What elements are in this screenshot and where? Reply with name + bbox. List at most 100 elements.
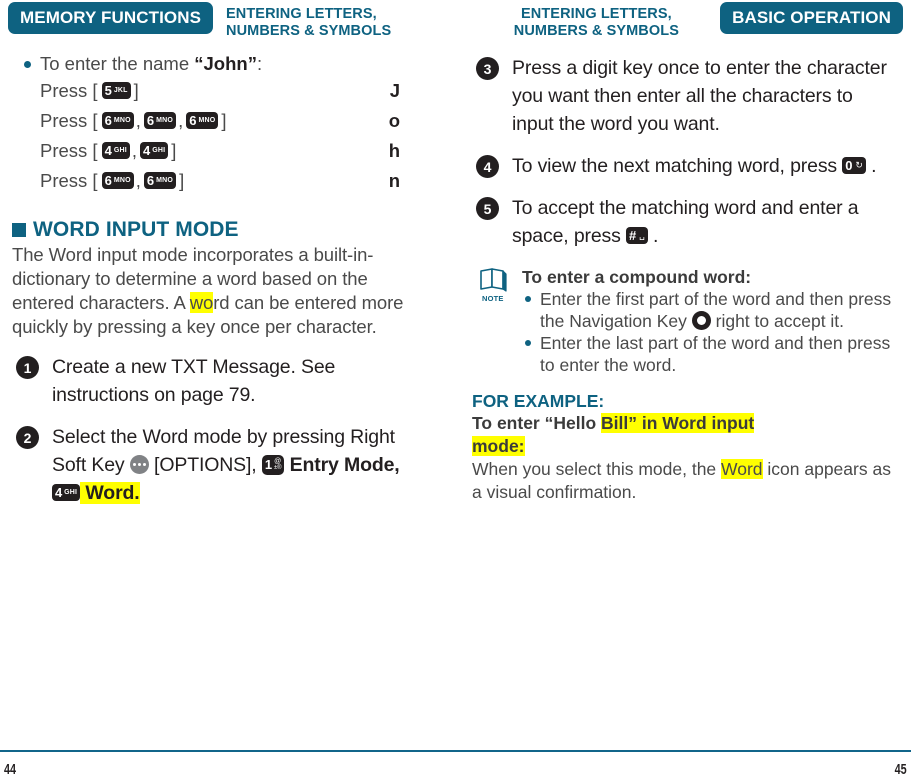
key-digit: # — [629, 228, 637, 244]
note-box: NOTE To enter a compound word: Enter the… — [472, 266, 892, 376]
book-icon-svg — [480, 268, 507, 292]
press-close: ] — [171, 140, 177, 161]
step-5: 5 To accept the matching word and enter … — [472, 194, 892, 250]
note-item-part1: Enter the last part of the word and then… — [540, 333, 891, 375]
key-digit: 5 — [104, 82, 112, 98]
press-close: ] — [221, 110, 227, 131]
for-example-body-part1: When you select this mode, the — [472, 459, 722, 479]
for-example-body: When you select this mode, the Word icon… — [472, 458, 892, 504]
separator: , — [135, 170, 141, 191]
step-5-part1: To accept the matching word and enter a … — [512, 197, 859, 247]
press-result: J — [389, 80, 400, 101]
key-letters: MNO — [156, 176, 174, 184]
press-close: ] — [133, 80, 139, 101]
key-letters: MNO — [198, 116, 216, 124]
step-1-text: Create a new TXT Message. See instructio… — [52, 356, 336, 406]
phone-key-6: 6 MNO — [101, 171, 134, 189]
for-example-line1-plain: To enter “Hello — [472, 413, 601, 433]
key-digit: 4 — [104, 142, 112, 158]
step-1: 1 Create a new TXT Message. See instruct… — [12, 353, 432, 409]
step-number-badge: 4 — [476, 155, 499, 178]
separator: , — [135, 110, 141, 131]
press-label: Press [ — [40, 170, 98, 191]
phone-key-5: 5 JKL — [101, 81, 131, 99]
press-row: Press [ 6 MNO , 6 MNO , 6 MNO ] o — [40, 106, 432, 136]
for-example-heading: FOR EXAMPLE: — [472, 391, 605, 411]
header-caption-right: ENTERING LETTERS, NUMBERS & SYMBOLS — [513, 6, 679, 39]
key-digit: 6 — [104, 112, 112, 128]
separator: , — [131, 140, 137, 161]
name-example-block: To enter the name “John”: Press [ 5 JKL ]… — [12, 52, 432, 196]
step-2-part2: [OPTIONS], — [148, 454, 262, 476]
step-number-badge: 1 — [16, 356, 39, 379]
step-number-badge: 5 — [476, 197, 499, 220]
page-header: MEMORY FUNCTIONS ENTERING LETTERS, NUMBE… — [0, 0, 911, 46]
for-example-line1: To enter “Hello Bill” in Word input — [472, 412, 892, 435]
step-number-badge: 3 — [476, 57, 499, 80]
note-list-item: Enter the first part of the word and the… — [522, 288, 892, 332]
square-bullet-icon — [12, 223, 26, 237]
separator: , — [178, 110, 184, 131]
press-label: Press [ — [40, 80, 98, 101]
press-row: Press [ 5 JKL ] J — [40, 76, 432, 106]
section-body-highlight: wo — [189, 292, 214, 313]
key-letters: GHI — [113, 146, 127, 154]
name-example-intro-prefix: To enter the name — [40, 53, 195, 74]
key-letters: JKL — [113, 86, 128, 94]
footer-divider — [0, 750, 911, 752]
section-body-text: The Word input mode incorporates a built… — [12, 243, 432, 339]
step-number-badge: 2 — [16, 426, 39, 449]
phone-key-4: 4 GHI — [101, 141, 130, 159]
note-list-item: Enter the last part of the word and then… — [522, 332, 892, 376]
step-5-part2: . — [647, 225, 659, 247]
step-4-part2: . — [865, 155, 877, 177]
note-book-icon: NOTE — [478, 268, 514, 303]
key-letters: GHI — [64, 489, 78, 497]
section-heading-word-input-mode: WORD INPUT MODE — [12, 218, 432, 242]
for-example-block: FOR EXAMPLE: To enter “Hello Bill” in Wo… — [472, 390, 892, 504]
key-top-symbol: @ — [274, 457, 282, 465]
press-row: Press [ 4 GHI , 4 GHI ] h — [40, 136, 432, 166]
note-list: Enter the first part of the word and the… — [522, 288, 892, 376]
step-3: 3 Press a digit key once to enter the ch… — [472, 54, 892, 138]
phone-key-6: 6 MNO — [143, 171, 177, 189]
phone-key-pound: # ␣ — [626, 227, 648, 245]
for-example-body-highlight: Word — [721, 459, 763, 479]
step-3-text: Press a digit key once to enter the char… — [512, 57, 887, 135]
step-2-part3: Entry Mode, — [284, 454, 400, 476]
note-icon-label: NOTE — [482, 294, 504, 303]
key-letters: GHI — [152, 146, 166, 154]
step-2-highlight: Word. — [80, 482, 140, 504]
note-item-part2: right to accept it. — [710, 311, 845, 331]
right-column: 3 Press a digit key once to enter the ch… — [472, 52, 892, 504]
manual-page-spread: MEMORY FUNCTIONS ENTERING LETTERS, NUMBE… — [0, 0, 911, 782]
name-example-name: “John” — [194, 53, 257, 74]
bullet-dot-icon — [525, 340, 531, 346]
bullet-dot-icon — [24, 61, 31, 68]
key-digit: 6 — [104, 172, 112, 188]
phone-key-4: 4 GHI — [52, 484, 81, 502]
right-soft-key-icon — [129, 455, 149, 475]
press-rows: Press [ 5JKL ] J Press [ 6MNO , 6MNO — [40, 76, 432, 196]
page-number-right: 45 — [894, 761, 907, 778]
press-result: o — [388, 110, 400, 131]
press-label: Press [ — [40, 110, 98, 131]
key-letters: MNO — [113, 116, 131, 124]
phone-key-6: 6 MNO — [101, 111, 134, 129]
navigation-key-icon — [691, 310, 711, 330]
press-close: ] — [179, 170, 185, 191]
step-2: 2 Select the Word mode by pressing Right… — [12, 423, 432, 507]
for-example-line2: mode: — [472, 435, 892, 458]
key-digit: 1 — [264, 457, 272, 473]
press-row: Press [ 6 MNO , 6 MNO ] n — [40, 166, 432, 196]
key-digit: 6 — [189, 112, 197, 128]
phone-key-0: 0 ↻ — [842, 157, 866, 175]
key-bottom-symbol: ±® — [273, 464, 282, 471]
header-caption-left: ENTERING LETTERS, NUMBERS & SYMBOLS — [226, 6, 392, 39]
step-2-text: Select the Word mode by pressing Right S… — [52, 423, 432, 507]
note-title: To enter a compound word: — [522, 267, 752, 287]
key-digit: 0 — [845, 158, 853, 174]
name-example-intro-suffix: : — [256, 53, 263, 74]
key-symbol: ␣ — [639, 230, 645, 241]
for-example-line1-highlight: Bill” in Word input — [601, 413, 755, 433]
